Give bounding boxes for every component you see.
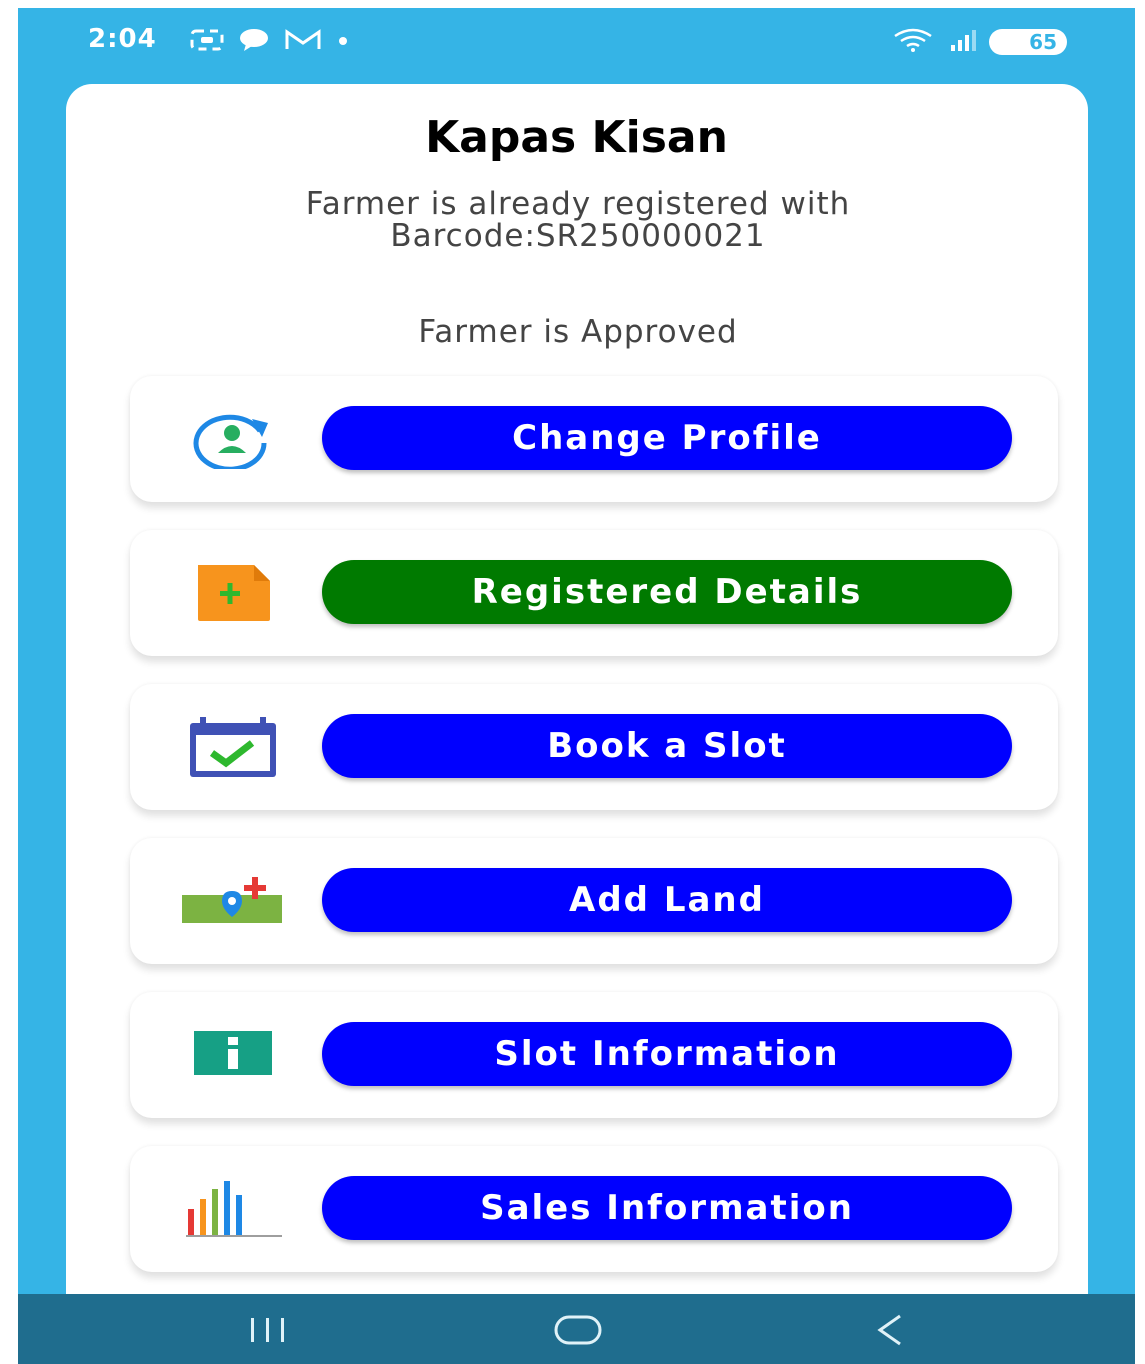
profile-refresh-icon	[182, 404, 282, 474]
change-profile-button[interactable]: Change Profile	[322, 406, 1012, 470]
sales-information-button[interactable]: Sales Information	[322, 1176, 1012, 1240]
navigation-bar	[18, 1294, 1135, 1364]
registered-message-line1: Farmer is already registered with	[305, 186, 851, 222]
menu-tile-book-slot: Book a Slot	[130, 684, 1058, 810]
status-time: 2:04	[88, 24, 157, 54]
back-icon[interactable]	[850, 1308, 930, 1352]
document-add-icon	[182, 558, 282, 628]
menu-tile-add-land: Add Land	[130, 838, 1058, 964]
phone-screen: 2:04 65 Kapas Kisan Farmer is already re…	[18, 8, 1135, 1364]
screenshot-icon	[190, 28, 224, 56]
home-icon[interactable]	[538, 1308, 618, 1352]
gmail-icon	[284, 28, 322, 56]
menu-tile-sales-information: Sales Information	[130, 1146, 1058, 1272]
approval-status: Farmer is Approved	[418, 314, 738, 350]
land-pin-icon	[182, 866, 282, 936]
add-land-button[interactable]: Add Land	[322, 868, 1012, 932]
slot-information-button[interactable]: Slot Information	[322, 1022, 1012, 1086]
book-slot-button[interactable]: Book a Slot	[322, 714, 1012, 778]
recent-apps-icon[interactable]	[228, 1308, 308, 1352]
signal-icon	[949, 28, 977, 56]
menu-tile-registered-details: Registered Details	[130, 530, 1058, 656]
battery-level: 65	[1029, 30, 1057, 54]
chat-icon	[238, 28, 270, 56]
bar-chart-icon	[182, 1174, 282, 1244]
menu-tile-change-profile: Change Profile	[130, 376, 1058, 502]
dot-icon	[336, 33, 350, 52]
info-icon	[182, 1020, 282, 1090]
app-title: Kapas Kisan	[425, 112, 728, 163]
status-bar: 2:04 65	[18, 8, 1135, 78]
menu-tile-slot-information: Slot Information	[130, 992, 1058, 1118]
registered-message-line2: Barcode:SR250000021	[390, 218, 766, 254]
wifi-icon	[893, 28, 937, 56]
calendar-check-icon	[182, 712, 282, 782]
battery-icon: 65	[989, 29, 1067, 55]
registered-details-button[interactable]: Registered Details	[322, 560, 1012, 624]
